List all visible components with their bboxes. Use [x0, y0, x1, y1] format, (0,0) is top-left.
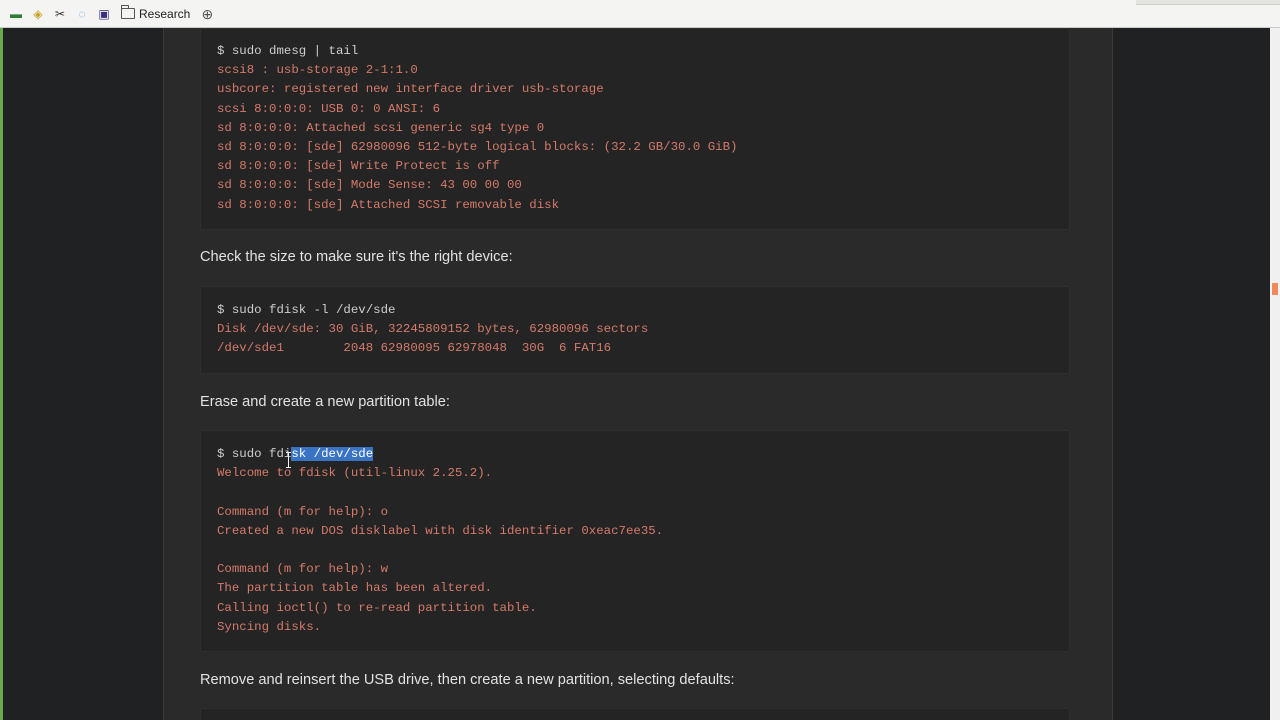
folder-icon [121, 5, 135, 19]
bookmark-folder-research[interactable]: Research [118, 5, 193, 21]
code-line: sd 8:0:0:0: [sde] 62980096 512-byte logi… [217, 139, 738, 154]
text-cursor-icon [286, 452, 292, 468]
selected-text: sk /dev/sde [291, 447, 374, 461]
scrollbar-position-marker[interactable] [1272, 283, 1278, 295]
code-line: Calling ioctl() to re-read partition tab… [217, 600, 537, 615]
code-line: The partition table has been altered. [217, 581, 493, 596]
bookmark-lock-icon[interactable]: ▣ [96, 6, 112, 22]
code-line: $ sudo dmesg | tail [217, 44, 359, 58]
bookmark-scissors-icon[interactable]: ✂ [52, 6, 68, 22]
code-line: Created a new DOS disklabel with disk id… [217, 523, 664, 538]
code-line: sd 8:0:0:0: Attached scsi generic sg4 ty… [217, 120, 545, 135]
code-line: scsi8 : usb-storage 2-1:1.0 [217, 63, 418, 78]
code-block-fdisk-session: $ sudo fdisk /dev/sde Welcome to fdisk (… [200, 430, 1070, 652]
bookmark-circle-icon[interactable]: ◌ [74, 6, 90, 22]
globe-icon[interactable]: ⊕ [199, 6, 215, 22]
code-line-command[interactable]: $ sudo fdisk /dev/sde [217, 445, 1053, 464]
code-line: sd 8:0:0:0: [sde] Attached SCSI removabl… [217, 197, 560, 212]
code-line: sd 8:0:0:0: [sde] Write Protect is off [217, 159, 500, 174]
code-line: Welcome to fdisk (util-linux 2.25.2). [217, 466, 493, 481]
paragraph-check-size: Check the size to make sure it's the rig… [200, 249, 513, 265]
code-line: Command (m for help): w [217, 562, 389, 577]
code-line: Disk /dev/sde: 30 GiB, 32245809152 bytes… [217, 322, 649, 337]
bookmark-folder-label: Research [139, 6, 191, 21]
code-line: scsi 8:0:0:0: USB 0: 0 ANSI: 6 [217, 101, 441, 116]
code-line: Syncing disks. [217, 619, 322, 634]
code-line: Command (m for help): o [217, 504, 389, 519]
bookmark-app-icon[interactable]: ▬ [8, 6, 24, 22]
tab-strip-edge [1136, 0, 1280, 5]
paragraph-reinsert: Remove and reinsert the USB drive, then … [200, 672, 735, 688]
bookmarks-bar: ▬ ◈ ✂ ◌ ▣ Research ⊕ [0, 0, 1280, 28]
code-line: $ sudo fdisk -l /dev/sde [217, 303, 396, 317]
code-line: /dev/sde1 2048 62980095 62978048 30G 6 F… [217, 341, 612, 356]
code-block-next [200, 708, 1070, 720]
code-block-dmesg: $ sudo dmesg | tail scsi8 : usb-storage … [200, 28, 1070, 230]
bookmark-shield-icon[interactable]: ◈ [30, 6, 46, 22]
page-scrollbar[interactable] [1270, 28, 1280, 720]
code-block-fdisk-list: $ sudo fdisk -l /dev/sde Disk /dev/sde: … [200, 286, 1070, 374]
code-line: sd 8:0:0:0: [sde] Mode Sense: 43 00 00 0… [217, 178, 522, 193]
code-line: usbcore: registered new interface driver… [217, 82, 604, 97]
command-text: $ sudo fdi [217, 447, 292, 461]
paragraph-erase: Erase and create a new partition table: [200, 394, 450, 410]
